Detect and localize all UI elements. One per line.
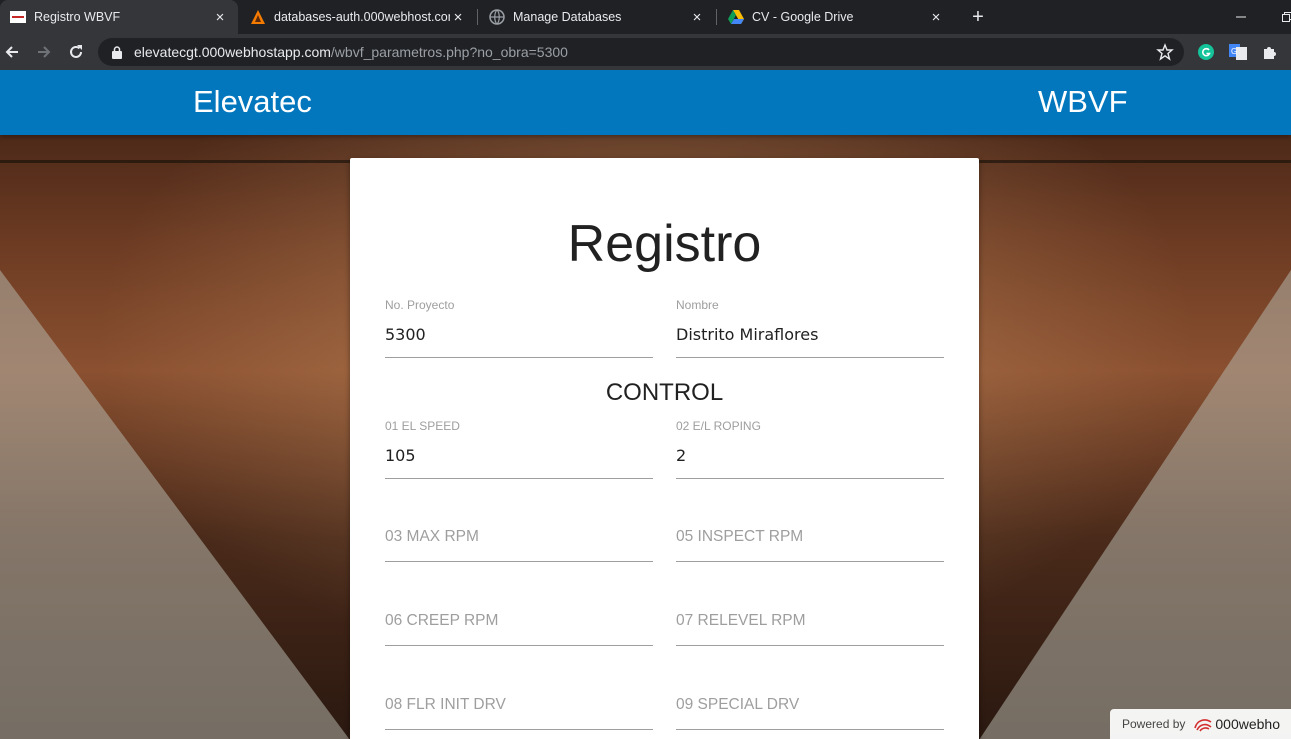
field-label: 01 EL SPEED xyxy=(385,419,460,433)
registro-form-card: Registro No. Proyecto 5300 Nombre Distri… xyxy=(350,158,979,739)
tab-title: databases-auth.000webhost.com xyxy=(274,10,450,24)
back-button[interactable] xyxy=(0,40,24,64)
page-title: Registro xyxy=(567,215,762,273)
grammarly-extension-icon[interactable] xyxy=(1196,42,1216,62)
000webhost-favicon-icon xyxy=(250,9,266,25)
tab-strip: Registro WBVF × databases-auth.000webhos… xyxy=(0,0,1291,34)
field-value: 5300 xyxy=(385,325,426,344)
browser-toolbar: elevatecgt.000webhostapp.com/wbvf_parame… xyxy=(0,34,1291,70)
field-label: 02 E/L ROPING xyxy=(676,419,761,433)
field-placeholder: 03 MAX RPM xyxy=(385,528,479,545)
tab-separator xyxy=(477,9,478,25)
new-tab-button[interactable]: + xyxy=(966,5,990,29)
creep-rpm-field[interactable]: 06 CREEP RPM xyxy=(385,586,653,646)
section-title-control: CONTROL xyxy=(605,379,724,406)
close-tab-icon[interactable]: × xyxy=(450,9,466,26)
reload-icon xyxy=(70,45,82,58)
field-placeholder: 06 CREEP RPM xyxy=(385,612,499,629)
000webhost-swirl-icon xyxy=(1194,719,1212,732)
background-escalator-right xyxy=(979,270,1291,739)
minimize-window-icon[interactable] xyxy=(1218,0,1264,34)
field-underline xyxy=(385,478,653,479)
field-underline xyxy=(676,478,944,479)
tab-separator xyxy=(716,9,717,25)
field-placeholder: 08 FLR INIT DRV xyxy=(385,696,506,713)
tab-title: CV - Google Drive xyxy=(752,10,854,24)
url-path: /wbvf_parametros.php?no_obra=5300 xyxy=(330,44,568,60)
arrow-left-icon xyxy=(5,46,18,58)
field-placeholder: 05 INSPECT RPM xyxy=(676,528,804,545)
tab-title: Registro WBVF xyxy=(34,10,121,24)
field-underline xyxy=(676,561,944,562)
field-underline xyxy=(676,729,944,730)
no-proyecto-field[interactable]: No. Proyecto 5300 xyxy=(385,298,653,358)
special-drv-field[interactable]: 09 SPECIAL DRV xyxy=(676,670,944,730)
tab-databases-auth[interactable]: databases-auth.000webhost.com × xyxy=(240,0,476,34)
field-underline xyxy=(676,357,944,358)
powered-by-badge[interactable]: Powered by 000webho xyxy=(1110,709,1291,739)
forward-button[interactable] xyxy=(32,40,56,64)
url-text: elevatecgt.000webhostapp.com/wbvf_parame… xyxy=(134,44,568,60)
000webhost-brand-text: 000webho xyxy=(1215,716,1280,732)
address-bar[interactable]: elevatecgt.000webhostapp.com/wbvf_parame… xyxy=(98,38,1184,66)
field-underline xyxy=(385,729,653,730)
svg-text:G: G xyxy=(1231,47,1237,56)
page-viewport: Elevatec WBVF Registro No. Proyecto 5300… xyxy=(0,70,1291,739)
field-underline xyxy=(385,357,653,358)
000webhost-logo: 000webho xyxy=(1193,716,1280,732)
google-drive-icon xyxy=(728,9,744,25)
tab-cv-google-drive[interactable]: CV - Google Drive × xyxy=(718,0,954,34)
close-tab-icon[interactable]: × xyxy=(928,9,944,26)
lock-icon xyxy=(110,45,124,59)
maximize-window-icon[interactable] xyxy=(1264,0,1291,34)
globe-icon xyxy=(489,9,505,25)
relevel-rpm-field[interactable]: 07 RELEVEL RPM xyxy=(676,586,944,646)
field-underline xyxy=(676,645,944,646)
field-value: Distrito Miraflores xyxy=(676,325,819,344)
tab-registro-wbvf[interactable]: Registro WBVF × xyxy=(0,0,238,34)
google-translate-extension-icon[interactable]: G xyxy=(1228,42,1248,62)
flr-init-drv-field[interactable]: 08 FLR INIT DRV xyxy=(385,670,653,730)
field-value: 105 xyxy=(385,446,416,465)
app-name: WBVF xyxy=(1038,84,1128,119)
background-escalator-left xyxy=(0,270,350,739)
extensions-puzzle-icon[interactable] xyxy=(1260,42,1280,62)
field-label: Nombre xyxy=(676,298,719,312)
field-placeholder: 07 RELEVEL RPM xyxy=(676,612,806,629)
close-tab-icon[interactable]: × xyxy=(689,9,705,26)
app-header: Elevatec WBVF xyxy=(0,70,1291,135)
field-label: No. Proyecto xyxy=(385,298,455,312)
brand-logo[interactable]: Elevatec xyxy=(193,84,312,120)
field-underline xyxy=(385,645,653,646)
url-host: elevatecgt.000webhostapp.com xyxy=(134,44,331,60)
field-placeholder: 09 SPECIAL DRV xyxy=(676,696,800,713)
tab-manage-databases[interactable]: Manage Databases × xyxy=(479,0,715,34)
arrow-right-icon xyxy=(38,46,51,58)
field-value: 2 xyxy=(676,446,687,465)
el-roping-field[interactable]: 02 E/L ROPING 2 xyxy=(676,419,944,479)
close-tab-icon[interactable]: × xyxy=(212,9,228,26)
powered-by-text: Powered by xyxy=(1122,717,1186,731)
site-favicon-icon xyxy=(10,9,26,25)
reload-button[interactable] xyxy=(64,40,88,64)
field-underline xyxy=(385,561,653,562)
max-rpm-field[interactable]: 03 MAX RPM xyxy=(385,502,653,562)
tab-title: Manage Databases xyxy=(513,10,622,24)
inspect-rpm-field[interactable]: 05 INSPECT RPM xyxy=(676,502,944,562)
bookmark-star-icon[interactable] xyxy=(1156,43,1174,61)
nombre-field[interactable]: Nombre Distrito Miraflores xyxy=(676,298,944,358)
el-speed-field[interactable]: 01 EL SPEED 105 xyxy=(385,419,653,479)
